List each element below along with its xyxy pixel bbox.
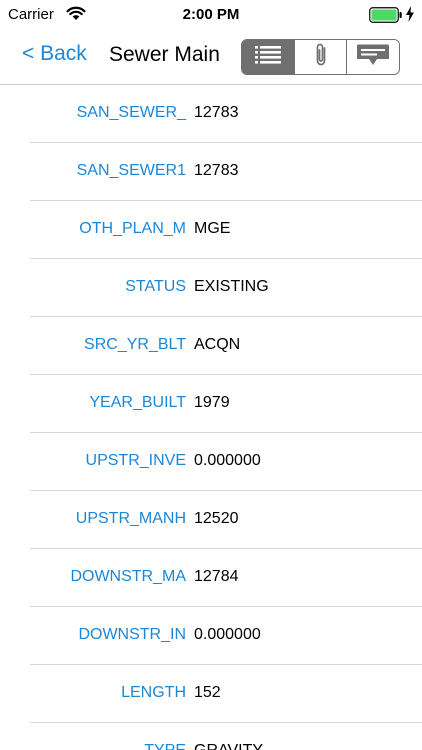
attribute-label: LENGTH xyxy=(121,684,186,701)
attribute-value: 0.000000 xyxy=(194,626,261,643)
attribute-label: STATUS xyxy=(125,278,186,295)
back-button[interactable]: < Back xyxy=(22,42,87,66)
attribute-row: DOWNSTR_MA 12784 xyxy=(0,549,422,607)
status-time: 2:00 PM xyxy=(182,6,240,23)
battery-icon xyxy=(369,7,403,28)
attribute-value: MGE xyxy=(194,220,231,237)
attribute-value: 12520 xyxy=(194,510,239,527)
attribute-label: SRC_YR_BLT xyxy=(84,336,186,353)
attribute-label: UPSTR_MANH xyxy=(75,510,186,527)
attribute-label: SAN_SEWER_ xyxy=(76,104,186,121)
attribute-label: UPSTR_INVE xyxy=(85,452,186,469)
attribute-label: OTH_PLAN_M xyxy=(79,220,186,237)
attribute-list: SAN_SEWER_ 12783 SAN_SEWER1 12783 OTH_PLAN_M… xyxy=(0,85,422,750)
attribute-row: DOWNSTR_IN 0.000000 xyxy=(0,607,422,665)
segment-popup-card[interactable] xyxy=(347,40,399,74)
attribute-row: STATUS EXISTING xyxy=(0,259,422,317)
attribute-value: 12783 xyxy=(194,162,239,179)
status-bar: Carrier 2:00 PM xyxy=(0,0,422,30)
attribute-value: 152 xyxy=(194,684,221,701)
navigation-bar: < Back Sewer Main xyxy=(0,30,422,85)
attribute-row: YEAR_BUILT 1979 xyxy=(0,375,422,433)
attribute-row: LENGTH 152 xyxy=(0,665,422,723)
attribute-value: EXISTING xyxy=(194,278,269,295)
attribute-row: SAN_SEWER_ 12783 xyxy=(0,85,422,143)
list-icon xyxy=(254,45,282,70)
attribute-value: 12784 xyxy=(194,568,239,585)
attribute-label: YEAR_BUILT xyxy=(89,394,186,411)
page-title: Sewer Main xyxy=(109,43,220,66)
attribute-value: GRAVITY xyxy=(194,742,263,750)
attribute-value: 0.000000 xyxy=(194,452,261,469)
attribute-row: TYPE GRAVITY xyxy=(0,723,422,750)
paperclip-icon xyxy=(313,42,329,73)
attribute-label: DOWNSTR_IN xyxy=(78,626,186,643)
attribute-row: UPSTR_INVE 0.000000 xyxy=(0,433,422,491)
attribute-value: 12783 xyxy=(194,104,239,121)
attribute-row: OTH_PLAN_M MGE xyxy=(0,201,422,259)
segment-attachments[interactable] xyxy=(294,40,348,74)
attribute-row: UPSTR_MANH 12520 xyxy=(0,491,422,549)
card-icon xyxy=(356,44,390,71)
attribute-label: DOWNSTR_MA xyxy=(70,568,186,585)
attribute-label: TYPE xyxy=(144,742,186,750)
attribute-row: SRC_YR_BLT ACQN xyxy=(0,317,422,375)
attribute-label: SAN_SEWER1 xyxy=(76,162,186,179)
charging-bolt-icon xyxy=(405,6,415,27)
segment-attributes-list[interactable] xyxy=(242,40,295,74)
attribute-value: ACQN xyxy=(194,336,241,353)
attribute-value: 1979 xyxy=(194,394,230,411)
attribute-row: SAN_SEWER1 12783 xyxy=(0,143,422,201)
view-segmented-control xyxy=(241,39,400,75)
